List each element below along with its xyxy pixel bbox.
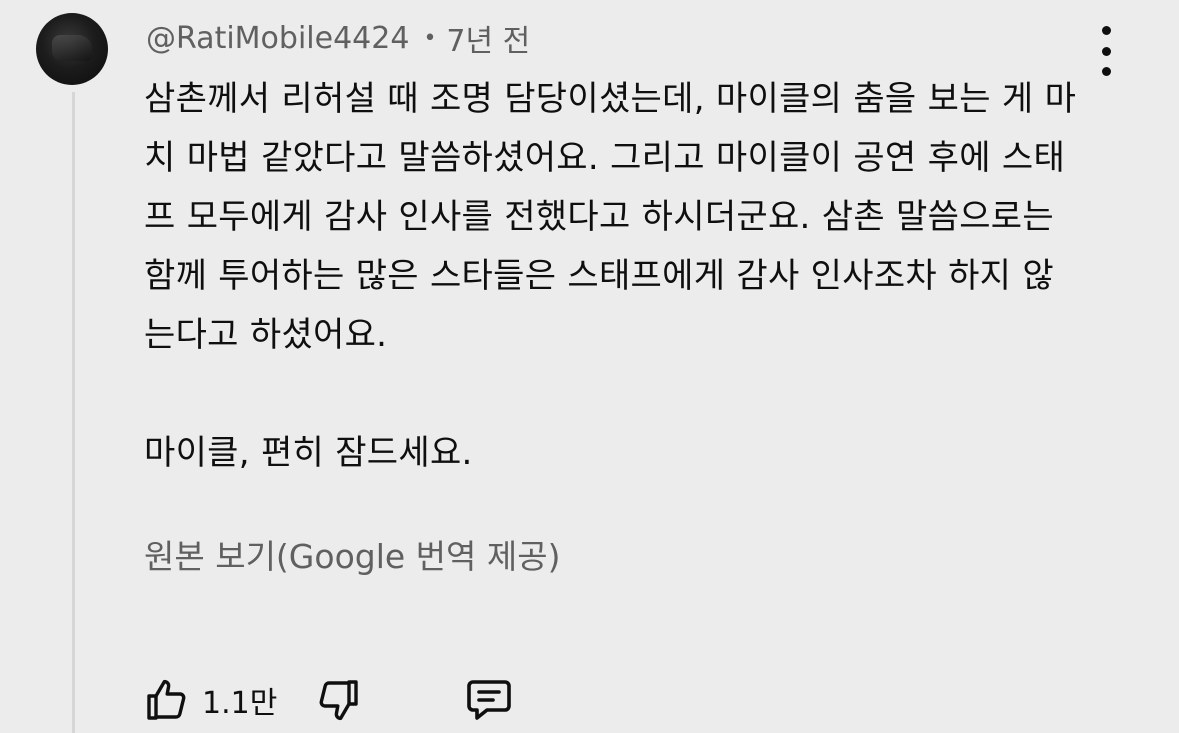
comment-header: @RatiMobile4424 • 7년 전 (146, 16, 530, 60)
like-count: 1.1만 (202, 686, 278, 721)
comment-actions: 1.1만 (142, 672, 515, 728)
comment-text: 삼촌께서 리허설 때 조명 담당이셨는데, 마이클의 춤을 보는 게 마치 마법… (144, 79, 1077, 473)
author-name[interactable]: @RatiMobile4424 (146, 21, 409, 56)
comment-card: @RatiMobile4424 • 7년 전 삼촌께서 리허설 때 조명 담당이… (0, 0, 1179, 733)
more-options-button[interactable] (1092, 26, 1120, 76)
thumb-up-icon (142, 676, 190, 724)
comment-reply-icon (463, 676, 515, 724)
avatar[interactable] (36, 13, 108, 85)
thread-line (72, 92, 75, 733)
view-original-link[interactable]: 원본 보기(Google 번역 제공) (144, 532, 560, 582)
comment-time[interactable]: 7년 전 (446, 16, 530, 60)
like-button[interactable]: 1.1만 (142, 676, 277, 724)
dislike-button[interactable] (315, 676, 363, 724)
more-vert-icon (1101, 26, 1111, 35)
thumb-down-icon (315, 676, 363, 724)
reply-button[interactable] (463, 676, 515, 724)
separator-dot: • (423, 25, 437, 51)
